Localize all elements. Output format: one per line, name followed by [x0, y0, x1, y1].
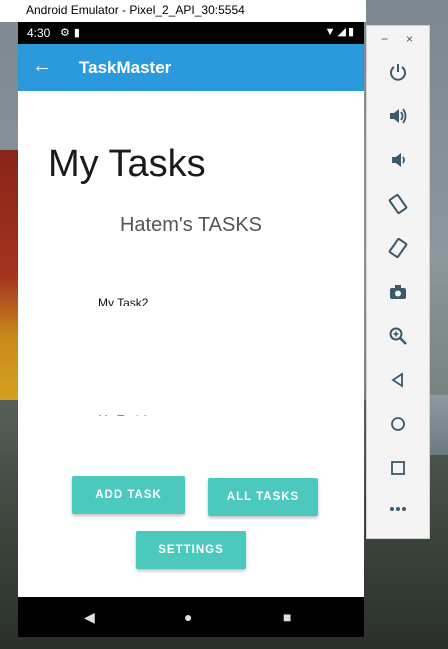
user-tasks-subtitle: Hatem's TASKS	[119, 214, 262, 236]
page-title: My Tasks	[48, 143, 206, 185]
status-left-icons: ⚙▮	[60, 26, 84, 39]
task-item[interactable]: My Task1	[98, 409, 148, 416]
battery-icon: ▮	[347, 26, 356, 38]
emulator-title: Android Emulator - Pixel_2_API_30:5554	[26, 3, 245, 17]
add-task-button[interactable]: ADD TASK	[72, 476, 185, 514]
camera-icon[interactable]	[367, 282, 429, 302]
settings-icon: ⚙	[60, 27, 74, 39]
signal-icon: ◢	[337, 26, 348, 38]
emulator-title-bar: Android Emulator - Pixel_2_API_30:5554	[0, 0, 366, 22]
status-bar: 4:30 ⚙▮ ▼◢▮	[18, 22, 364, 44]
nav-recents-icon[interactable]: ■	[283, 597, 291, 637]
back-icon[interactable]	[367, 371, 429, 389]
sd-card-icon: ▮	[73, 27, 84, 39]
emulator-toolbar: − ×	[366, 25, 430, 539]
status-time: 4:30	[27, 26, 51, 40]
device-screen: 4:30 ⚙▮ ▼◢▮ ← TaskMaster My Tasks Hatem'…	[18, 22, 364, 637]
task-item[interactable]: My Task2	[98, 297, 148, 306]
close-icon[interactable]: ×	[406, 32, 413, 46]
overview-icon[interactable]	[367, 459, 429, 477]
zoom-icon[interactable]	[367, 326, 429, 346]
nav-back-icon[interactable]: ◀	[84, 597, 95, 637]
more-icon[interactable]	[367, 504, 429, 514]
status-right-icons: ▼◢▮	[325, 25, 356, 38]
main-content: My Tasks Hatem's TASKS My Task2 My Task1…	[18, 91, 364, 597]
app-bar: ← TaskMaster	[18, 44, 364, 91]
minimize-icon[interactable]: −	[381, 32, 388, 46]
home-icon[interactable]	[367, 415, 429, 433]
rotate-left-icon[interactable]	[367, 193, 429, 215]
all-tasks-button[interactable]: ALL TASKS	[208, 478, 318, 516]
navigation-bar: ◀ ● ■	[18, 597, 364, 637]
power-icon[interactable]	[367, 62, 429, 82]
wifi-icon: ▼	[324, 26, 338, 38]
app-title: TaskMaster	[79, 58, 172, 77]
settings-button[interactable]: SETTINGS	[136, 531, 246, 569]
rotate-right-icon[interactable]	[367, 237, 429, 259]
back-arrow-icon[interactable]: ←	[32, 55, 52, 77]
volume-down-icon[interactable]	[367, 150, 429, 170]
volume-up-icon[interactable]	[367, 106, 429, 126]
nav-home-icon[interactable]: ●	[184, 597, 192, 637]
